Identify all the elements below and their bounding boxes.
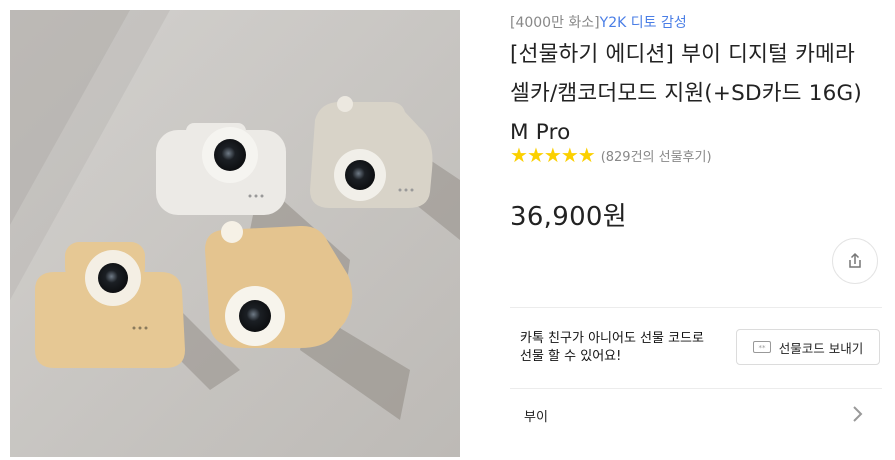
review-count-link[interactable]: (829건의 선물후기) — [601, 146, 712, 165]
share-button[interactable] — [832, 238, 878, 284]
star-rating: ★ ★ ★ ★ ★ — [510, 143, 596, 167]
star-icon: ★ — [560, 143, 579, 167]
star-icon: ★ — [526, 143, 545, 167]
gift-code-message: 카톡 친구가 아니어도 선물 코드로 선물 할 수 있어요! — [520, 330, 750, 366]
star-icon: ★ — [510, 143, 528, 167]
option-label: 부이 — [524, 410, 548, 425]
product-title: [선물하기 에디션] 부이 디지털 카메라 셀카/캠코더모드 지원(+SD카드 … — [510, 42, 862, 145]
brand-tag-link[interactable]: Y2K 디토 감성 — [600, 15, 687, 31]
rating-row[interactable]: ★ ★ ★ ★ ★ (829건의 선물후기) — [510, 145, 712, 165]
chevron-right-icon — [853, 406, 863, 422]
svg-text:**: ** — [758, 344, 766, 352]
divider — [510, 388, 882, 389]
product-price: 36,900원 — [510, 202, 627, 232]
product-info: [4000만 화소]Y2K 디토 감성 [선물하기 에디션] 부이 디지털 카메… — [510, 0, 895, 460]
product-tagline: [4000만 화소]Y2K 디토 감성 — [510, 12, 687, 32]
gift-code-icon: ** — [752, 341, 771, 353]
resolution-tag: [4000만 화소] — [510, 15, 600, 31]
send-gift-code-label: 선물코드 보내기 — [778, 340, 864, 356]
send-gift-code-button[interactable]: ** 선물코드 보내기 — [736, 329, 880, 365]
star-icon: ★ — [577, 143, 596, 167]
gift-message-line1: 카톡 친구가 아니어도 선물 코드로 — [520, 331, 704, 346]
gift-message-line2: 선물 할 수 있어요! — [520, 349, 622, 364]
option-row[interactable]: 부이 — [510, 390, 882, 440]
divider — [510, 307, 882, 308]
product-image — [10, 10, 460, 457]
star-icon: ★ — [543, 143, 562, 167]
share-icon — [849, 252, 861, 268]
white-camera — [156, 123, 286, 215]
